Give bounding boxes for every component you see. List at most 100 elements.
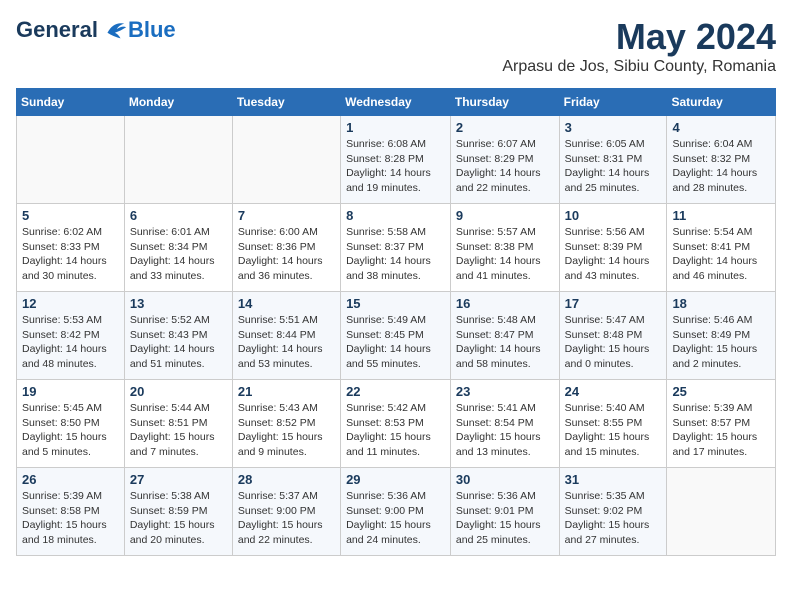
day-info: Sunrise: 5:45 AM Sunset: 8:50 PM Dayligh…: [22, 401, 119, 460]
day-info: Sunrise: 5:53 AM Sunset: 8:42 PM Dayligh…: [22, 313, 119, 372]
day-number: 30: [456, 472, 554, 487]
day-info: Sunrise: 5:38 AM Sunset: 8:59 PM Dayligh…: [130, 489, 227, 548]
logo-general: General: [16, 17, 98, 43]
day-info: Sunrise: 5:48 AM Sunset: 8:47 PM Dayligh…: [456, 313, 554, 372]
calendar-cell: 16 Sunrise: 5:48 AM Sunset: 8:47 PM Dayli…: [450, 292, 559, 380]
day-number: 20: [130, 384, 227, 399]
day-number: 23: [456, 384, 554, 399]
day-number: 6: [130, 208, 227, 223]
week-row-1: 5 Sunrise: 6:02 AM Sunset: 8:33 PM Daylig…: [17, 204, 776, 292]
calendar-header: SundayMondayTuesdayWednesdayThursdayFrid…: [17, 89, 776, 116]
calendar-cell: [124, 116, 232, 204]
title-block: May 2024 Arpasu de Jos, Sibiu County, Ro…: [502, 16, 776, 76]
day-info: Sunrise: 5:51 AM Sunset: 8:44 PM Dayligh…: [238, 313, 335, 372]
day-number: 17: [565, 296, 662, 311]
day-number: 31: [565, 472, 662, 487]
day-number: 15: [346, 296, 445, 311]
day-number: 27: [130, 472, 227, 487]
day-info: Sunrise: 5:57 AM Sunset: 8:38 PM Dayligh…: [456, 225, 554, 284]
calendar-cell: 1Sunrise: 6:08 AM Sunset: 8:28 PM Daylig…: [341, 116, 451, 204]
calendar-cell: 6 Sunrise: 6:01 AM Sunset: 8:34 PM Daylig…: [124, 204, 232, 292]
week-row-0: 1Sunrise: 6:08 AM Sunset: 8:28 PM Daylig…: [17, 116, 776, 204]
header-day-wednesday: Wednesday: [341, 89, 451, 116]
calendar-cell: 3 Sunrise: 6:05 AM Sunset: 8:31 PM Daylig…: [559, 116, 667, 204]
calendar-cell: 9 Sunrise: 5:57 AM Sunset: 8:38 PM Daylig…: [450, 204, 559, 292]
subtitle: Arpasu de Jos, Sibiu County, Romania: [502, 58, 776, 76]
calendar-cell: 26 Sunrise: 5:39 AM Sunset: 8:58 PM Dayli…: [17, 468, 125, 556]
day-number: 1: [346, 120, 445, 135]
calendar-cell: 4 Sunrise: 6:04 AM Sunset: 8:32 PM Daylig…: [667, 116, 776, 204]
day-number: 7: [238, 208, 335, 223]
calendar-cell: 11 Sunrise: 5:54 AM Sunset: 8:41 PM Dayli…: [667, 204, 776, 292]
day-info: Sunrise: 5:39 AM Sunset: 8:57 PM Dayligh…: [672, 401, 770, 460]
day-info: Sunrise: 5:46 AM Sunset: 8:49 PM Dayligh…: [672, 313, 770, 372]
day-info: Sunrise: 5:49 AM Sunset: 8:45 PM Dayligh…: [346, 313, 445, 372]
calendar-cell: 24Sunrise: 5:40 AM Sunset: 8:55 PM Dayli…: [559, 380, 667, 468]
day-number: 9: [456, 208, 554, 223]
calendar-cell: 27 Sunrise: 5:38 AM Sunset: 8:59 PM Dayli…: [124, 468, 232, 556]
day-number: 3: [565, 120, 662, 135]
calendar-body: 1Sunrise: 6:08 AM Sunset: 8:28 PM Daylig…: [17, 116, 776, 556]
logo: General Blue: [16, 16, 176, 44]
calendar-table: SundayMondayTuesdayWednesdayThursdayFrid…: [16, 88, 776, 556]
header-day-sunday: Sunday: [17, 89, 125, 116]
day-info: Sunrise: 6:05 AM Sunset: 8:31 PM Dayligh…: [565, 137, 662, 196]
day-number: 13: [130, 296, 227, 311]
week-row-4: 26 Sunrise: 5:39 AM Sunset: 8:58 PM Dayli…: [17, 468, 776, 556]
calendar-cell: 21Sunrise: 5:43 AM Sunset: 8:52 PM Dayli…: [232, 380, 340, 468]
calendar-cell: 5 Sunrise: 6:02 AM Sunset: 8:33 PM Daylig…: [17, 204, 125, 292]
day-number: 24: [565, 384, 662, 399]
day-number: 11: [672, 208, 770, 223]
calendar-cell: 29 Sunrise: 5:36 AM Sunset: 9:00 PM Dayli…: [341, 468, 451, 556]
day-number: 25: [672, 384, 770, 399]
calendar-cell: 19 Sunrise: 5:45 AM Sunset: 8:50 PM Dayli…: [17, 380, 125, 468]
calendar-cell: 28Sunrise: 5:37 AM Sunset: 9:00 PM Dayli…: [232, 468, 340, 556]
day-info: Sunrise: 6:02 AM Sunset: 8:33 PM Dayligh…: [22, 225, 119, 284]
day-info: Sunrise: 6:00 AM Sunset: 8:36 PM Dayligh…: [238, 225, 335, 284]
calendar-cell: 15 Sunrise: 5:49 AM Sunset: 8:45 PM Dayli…: [341, 292, 451, 380]
day-number: 29: [346, 472, 445, 487]
day-info: Sunrise: 6:04 AM Sunset: 8:32 PM Dayligh…: [672, 137, 770, 196]
calendar-cell: 31 Sunrise: 5:35 AM Sunset: 9:02 PM Dayli…: [559, 468, 667, 556]
day-number: 19: [22, 384, 119, 399]
calendar-cell: 20 Sunrise: 5:44 AM Sunset: 8:51 PM Dayli…: [124, 380, 232, 468]
day-number: 26: [22, 472, 119, 487]
calendar-cell: [232, 116, 340, 204]
day-number: 4: [672, 120, 770, 135]
day-info: Sunrise: 5:56 AM Sunset: 8:39 PM Dayligh…: [565, 225, 662, 284]
day-info: Sunrise: 5:35 AM Sunset: 9:02 PM Dayligh…: [565, 489, 662, 548]
day-info: Sunrise: 5:54 AM Sunset: 8:41 PM Dayligh…: [672, 225, 770, 284]
day-info: Sunrise: 6:01 AM Sunset: 8:34 PM Dayligh…: [130, 225, 227, 284]
calendar-cell: 7 Sunrise: 6:00 AM Sunset: 8:36 PM Daylig…: [232, 204, 340, 292]
calendar-cell: 25 Sunrise: 5:39 AM Sunset: 8:57 PM Dayli…: [667, 380, 776, 468]
header-row: SundayMondayTuesdayWednesdayThursdayFrid…: [17, 89, 776, 116]
day-info: Sunrise: 6:07 AM Sunset: 8:29 PM Dayligh…: [456, 137, 554, 196]
day-info: Sunrise: 5:47 AM Sunset: 8:48 PM Dayligh…: [565, 313, 662, 372]
day-info: Sunrise: 5:36 AM Sunset: 9:00 PM Dayligh…: [346, 489, 445, 548]
main-title: May 2024: [502, 16, 776, 58]
header-day-friday: Friday: [559, 89, 667, 116]
calendar-cell: 23 Sunrise: 5:41 AM Sunset: 8:54 PM Dayli…: [450, 380, 559, 468]
day-number: 10: [565, 208, 662, 223]
day-info: Sunrise: 5:41 AM Sunset: 8:54 PM Dayligh…: [456, 401, 554, 460]
day-info: Sunrise: 5:44 AM Sunset: 8:51 PM Dayligh…: [130, 401, 227, 460]
day-info: Sunrise: 5:37 AM Sunset: 9:00 PM Dayligh…: [238, 489, 335, 548]
header-day-saturday: Saturday: [667, 89, 776, 116]
day-number: 16: [456, 296, 554, 311]
week-row-3: 19 Sunrise: 5:45 AM Sunset: 8:50 PM Dayli…: [17, 380, 776, 468]
calendar-cell: 13Sunrise: 5:52 AM Sunset: 8:43 PM Dayli…: [124, 292, 232, 380]
calendar-cell: 30 Sunrise: 5:36 AM Sunset: 9:01 PM Dayli…: [450, 468, 559, 556]
day-number: 22: [346, 384, 445, 399]
day-info: Sunrise: 5:42 AM Sunset: 8:53 PM Dayligh…: [346, 401, 445, 460]
calendar-cell: 8Sunrise: 5:58 AM Sunset: 8:37 PM Daylig…: [341, 204, 451, 292]
calendar-cell: 14Sunrise: 5:51 AM Sunset: 8:44 PM Dayli…: [232, 292, 340, 380]
calendar-cell: [17, 116, 125, 204]
day-info: Sunrise: 5:36 AM Sunset: 9:01 PM Dayligh…: [456, 489, 554, 548]
day-number: 8: [346, 208, 445, 223]
day-number: 18: [672, 296, 770, 311]
day-info: Sunrise: 5:39 AM Sunset: 8:58 PM Dayligh…: [22, 489, 119, 548]
day-number: 5: [22, 208, 119, 223]
calendar-cell: 22 Sunrise: 5:42 AM Sunset: 8:53 PM Dayli…: [341, 380, 451, 468]
calendar-cell: 17 Sunrise: 5:47 AM Sunset: 8:48 PM Dayli…: [559, 292, 667, 380]
day-number: 21: [238, 384, 335, 399]
